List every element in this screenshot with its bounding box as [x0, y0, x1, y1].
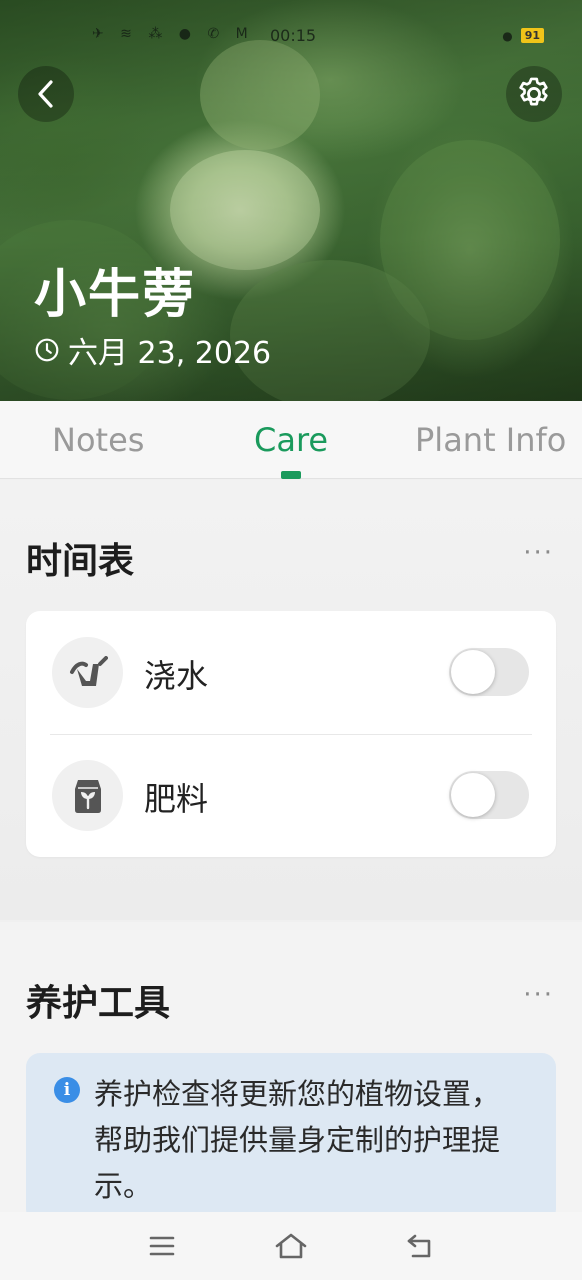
back-button[interactable] [18, 66, 74, 122]
signal-icon: ● [502, 28, 513, 43]
care-tools-section: 养护工具 ··· i 养护检查将更新您的植物设置，帮助我们提供量身定制的护理提示… [0, 922, 582, 1223]
plant-date-row: 六月 23, 2026 [34, 328, 271, 372]
back-nav-button[interactable] [400, 1228, 440, 1264]
schedule-card: 浇水 肥料 [26, 611, 556, 857]
care-check-info-text: 养护检查将更新您的植物设置，帮助我们提供量身定制的护理提示。 [94, 1077, 501, 1203]
plant-photo-header: ✈ ≋ ⁂ ● ✆ M 00:15 ● 91 小牛蒡 六月 23, 2026 [0, 0, 582, 401]
plant-name: 小牛蒡 [34, 265, 197, 325]
toggle-knob [451, 650, 495, 694]
care-tools-more-button[interactable]: ··· [523, 980, 554, 1010]
fertilizer-toggle[interactable] [449, 771, 529, 819]
battery-indicator: 91 [520, 28, 544, 43]
watering-can-icon [52, 637, 123, 708]
schedule-section: 时间表 ··· 浇水 肥料 [0, 480, 582, 920]
care-check-info-box: i 养护检查将更新您的植物设置，帮助我们提供量身定制的护理提示。 [26, 1053, 556, 1223]
toggle-knob [451, 773, 495, 817]
settings-button[interactable] [506, 66, 562, 122]
fertilizer-label: 肥料 [144, 780, 209, 818]
care-tools-title: 养护工具 [26, 983, 171, 1024]
schedule-title: 时间表 [26, 541, 135, 582]
tab-plant-info[interactable]: Plant Info [415, 421, 566, 459]
gear-icon [519, 77, 548, 106]
home-button[interactable] [271, 1228, 311, 1264]
home-icon [275, 1233, 307, 1259]
menu-button[interactable] [142, 1228, 182, 1264]
watering-toggle[interactable] [449, 648, 529, 696]
tab-care[interactable]: Care [254, 421, 328, 459]
schedule-row-fertilizer[interactable]: 肥料 [26, 734, 556, 857]
info-icon: i [54, 1077, 80, 1103]
fertilizer-bag-icon [52, 760, 123, 831]
chevron-left-icon [38, 80, 53, 108]
screen: ✈ ≋ ⁂ ● ✆ M 00:15 ● 91 小牛蒡 六月 23, 2026 N… [0, 0, 582, 1280]
watering-label: 浇水 [144, 657, 209, 695]
schedule-row-watering[interactable]: 浇水 [26, 611, 556, 735]
tab-bar: Notes Care Plant Info [0, 401, 582, 479]
system-nav-bar [0, 1212, 582, 1280]
status-icons: ✈ ≋ ⁂ ● ✆ M [92, 26, 254, 42]
active-tab-indicator [281, 471, 301, 479]
back-arrow-icon [407, 1234, 431, 1258]
status-bar: ✈ ≋ ⁂ ● ✆ M 00:15 ● 91 [0, 22, 582, 52]
menu-icon [149, 1236, 175, 1256]
schedule-more-button[interactable]: ··· [523, 538, 554, 568]
plant-date: 六月 23, 2026 [68, 336, 272, 371]
status-time: 00:15 [270, 26, 317, 45]
status-right: ● 91 [502, 28, 544, 43]
clock-icon [35, 338, 59, 362]
tab-notes[interactable]: Notes [52, 421, 144, 459]
